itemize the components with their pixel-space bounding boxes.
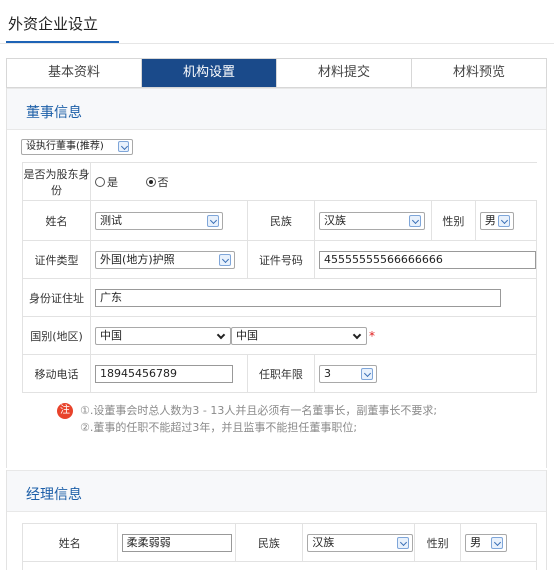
gender-value: 男	[484, 213, 496, 227]
name-label: 姓名	[21, 200, 92, 241]
manager-section-header: 经理信息	[7, 470, 546, 512]
country-select-1[interactable]: 中国	[95, 326, 232, 345]
required-mark: *	[369, 328, 376, 343]
manager-gender-select[interactable]: 男	[465, 533, 508, 552]
tab-basic-info[interactable]: 基本资料	[7, 59, 142, 87]
country-value-1: 中国	[100, 328, 123, 342]
gender-select[interactable]: 男	[479, 211, 514, 230]
chevron-down-icon	[397, 536, 410, 549]
chevron-down-icon	[360, 367, 373, 380]
page-header: 外资企业设立	[0, 0, 554, 44]
idtype-label: 证件类型	[21, 240, 92, 279]
note-icon: 注	[57, 403, 73, 419]
manager-gender-value: 男	[470, 535, 482, 549]
manager-ethnicity-value: 汉族	[312, 535, 335, 549]
idnum-label: 证件号码	[246, 240, 315, 279]
idtype-row: 证件类型 外国(地方)护照 证件号码 45555555566666666	[21, 240, 538, 279]
name-row: 姓名 测试 民族 汉族 性别 男	[21, 200, 538, 241]
ethnicity-label: 民族	[246, 200, 315, 241]
header-divider	[0, 43, 554, 44]
radio-icon	[95, 176, 106, 187]
tab-material-preview[interactable]: 材料预览	[412, 59, 546, 87]
page-title: 外资企业设立	[8, 15, 99, 33]
step-tabs: 基本资料 机构设置 材料提交 材料预览	[6, 58, 547, 88]
manager-ethnicity-label: 民族	[234, 523, 304, 562]
country-select-2[interactable]: 中国	[231, 326, 368, 345]
board-section-title: 董事信息	[26, 105, 82, 121]
board-form: 是否为股东身份 是 否 姓名 测试 民族 汉族 性别 男 证件类型 外国(地方)…	[21, 162, 538, 393]
gender-label: 性别	[430, 200, 476, 241]
note-line-1: ①.设董事会时总人数为3 - 13人并且必须有一名董事长，副董事长不要求;	[80, 404, 438, 417]
phone-row: 移动电话 18945456789 任职年限 3	[21, 354, 538, 393]
tab-material-submit[interactable]: 材料提交	[277, 59, 412, 87]
address-row: 身份证住址 广东	[21, 278, 537, 317]
board-type-value: 设执行董事(推荐)	[26, 141, 104, 152]
chevron-down-icon	[207, 214, 220, 227]
manager-gender-label: 性别	[414, 523, 462, 562]
chevron-down-icon	[497, 214, 510, 227]
shareholder-no-label: 否	[157, 175, 169, 189]
country-value-2: 中国	[236, 328, 259, 342]
term-label: 任职年限	[246, 354, 315, 393]
chevron-down-icon	[408, 214, 421, 227]
manager-name-row: 姓名 柔柔弱弱 民族 汉族 性别 男	[22, 523, 537, 562]
manager-ethnicity-select[interactable]: 汉族	[307, 533, 414, 552]
name-select[interactable]: 测试	[95, 211, 224, 230]
chevron-down-icon	[491, 536, 504, 549]
board-notes: ①.设董事会时总人数为3 - 13人并且必须有一名董事长，副董事长不要求; ②.…	[80, 402, 437, 436]
idtype-select[interactable]: 外国(地方)护照	[95, 250, 236, 269]
country-row: 国别(地区) 中国 中国 *	[21, 316, 537, 355]
name-value: 测试	[100, 213, 123, 227]
country-label: 国别(地区)	[21, 316, 92, 355]
manager-name-input[interactable]: 柔柔弱弱	[121, 533, 232, 552]
ethnicity-value: 汉族	[323, 213, 346, 227]
manager-section-title: 经理信息	[26, 487, 82, 503]
phone-input[interactable]: 18945456789	[95, 364, 234, 383]
chevron-down-icon	[118, 141, 129, 152]
manager-name-label: 姓名	[22, 523, 118, 562]
idtype-value: 外国(地方)护照	[100, 252, 175, 266]
tab-org-setup[interactable]: 机构设置	[142, 59, 277, 87]
note-line-2: ②.董事的任职不能超过3年，并且监事不能担任董事职位;	[80, 421, 358, 434]
shareholder-label: 是否为股东身份	[21, 162, 92, 201]
board-type-select[interactable]: 设执行董事(推荐)	[21, 139, 133, 155]
board-section-header: 董事信息	[7, 88, 546, 130]
chevron-down-icon	[351, 330, 363, 342]
idnum-input[interactable]: 45555555566666666	[318, 250, 536, 269]
term-select[interactable]: 3	[318, 364, 377, 383]
phone-label: 移动电话	[21, 354, 92, 393]
manager-form: 姓名 柔柔弱弱 民族 汉族 性别 男	[22, 523, 537, 570]
radio-icon	[145, 176, 156, 187]
chevron-down-icon	[219, 253, 232, 266]
term-value: 3	[323, 366, 331, 380]
address-label: 身份证住址	[21, 278, 92, 317]
shareholder-yes-label: 是	[107, 175, 119, 189]
shareholder-yes-radio[interactable]: 是	[95, 174, 118, 190]
shareholder-no-radio[interactable]: 否	[145, 174, 169, 190]
shareholder-row: 是否为股东身份 是 否	[21, 162, 537, 201]
address-input[interactable]: 广东	[95, 288, 502, 307]
chevron-down-icon	[215, 330, 227, 342]
ethnicity-select[interactable]: 汉族	[318, 211, 425, 230]
